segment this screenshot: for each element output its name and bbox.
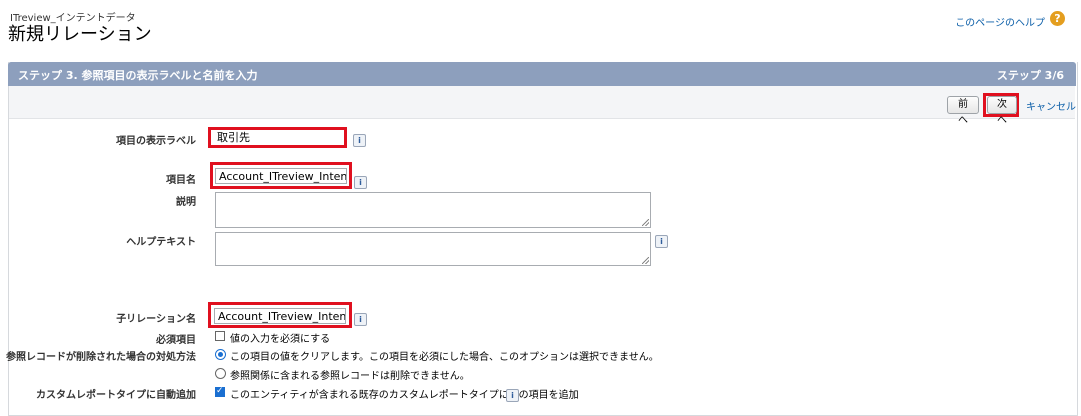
required-checkbox[interactable]	[215, 331, 225, 341]
field-label-input[interactable]: 取引先	[214, 131, 342, 145]
step-title: ステップ 3. 参照項目の表示ラベルと名前を入力	[18, 69, 258, 82]
clear-value-option-label: この項目の値をクリアします。この項目を必須にした場合、このオプションは選択できま…	[230, 352, 659, 363]
button-toolbar	[9, 86, 1075, 119]
required-option-label: 値の入力を必須にする	[230, 334, 331, 345]
child-relation-caption: 子リレーション名	[116, 314, 196, 325]
step-header: ステップ 3. 参照項目の表示ラベルと名前を入力 ステップ 3/6	[8, 62, 1076, 86]
report-type-caption: カスタムレポートタイプに自動追加	[36, 390, 196, 401]
clear-value-radio[interactable]	[215, 349, 226, 360]
previous-button[interactable]: 前へ	[947, 96, 979, 126]
page-title: 新規リレーション	[8, 24, 152, 45]
restrict-delete-radio[interactable]	[215, 368, 226, 379]
step-counter: ステップ 3/6	[996, 69, 1064, 82]
cancel-link[interactable]: キャンセル	[1026, 98, 1076, 113]
field-name-input[interactable]: Account_ITreview_IntentD	[215, 168, 347, 184]
restrict-delete-option-label: 参照関係に含まれる参照レコードは削除できません。	[230, 371, 470, 382]
description-caption: 説明	[176, 197, 196, 208]
help-text-textarea[interactable]	[215, 232, 651, 266]
resize-grip-icon[interactable]	[642, 219, 649, 226]
report-type-checkbox[interactable]	[215, 386, 225, 397]
resize-grip-icon[interactable]	[642, 257, 649, 264]
field-label-info-icon[interactable]: i	[353, 134, 366, 147]
help-text-caption: ヘルプテキスト	[126, 237, 196, 248]
help-icon[interactable]: ?	[1050, 11, 1065, 26]
help-link[interactable]: このページのヘルプ	[955, 14, 1045, 29]
child-relation-input[interactable]: Account_ITreview_IntentD	[214, 308, 346, 324]
report-type-option-label: このエンティティが含まれる既存のカスタムレポートタイプにこの項目を追加	[230, 390, 579, 401]
report-type-info-icon[interactable]: i	[506, 389, 519, 402]
field-label-caption: 項目の表示ラベル	[116, 136, 196, 147]
field-name-caption: 項目名	[166, 175, 196, 186]
required-caption: 必須項目	[156, 335, 196, 346]
child-relation-info-icon[interactable]: i	[354, 313, 367, 326]
field-name-info-icon[interactable]: i	[354, 176, 367, 189]
help-text-info-icon[interactable]: i	[655, 235, 668, 248]
on-delete-caption: 参照レコードが削除された場合の対処方法	[6, 352, 196, 363]
next-button[interactable]: 次へ	[987, 96, 1017, 126]
description-textarea[interactable]	[215, 192, 651, 228]
